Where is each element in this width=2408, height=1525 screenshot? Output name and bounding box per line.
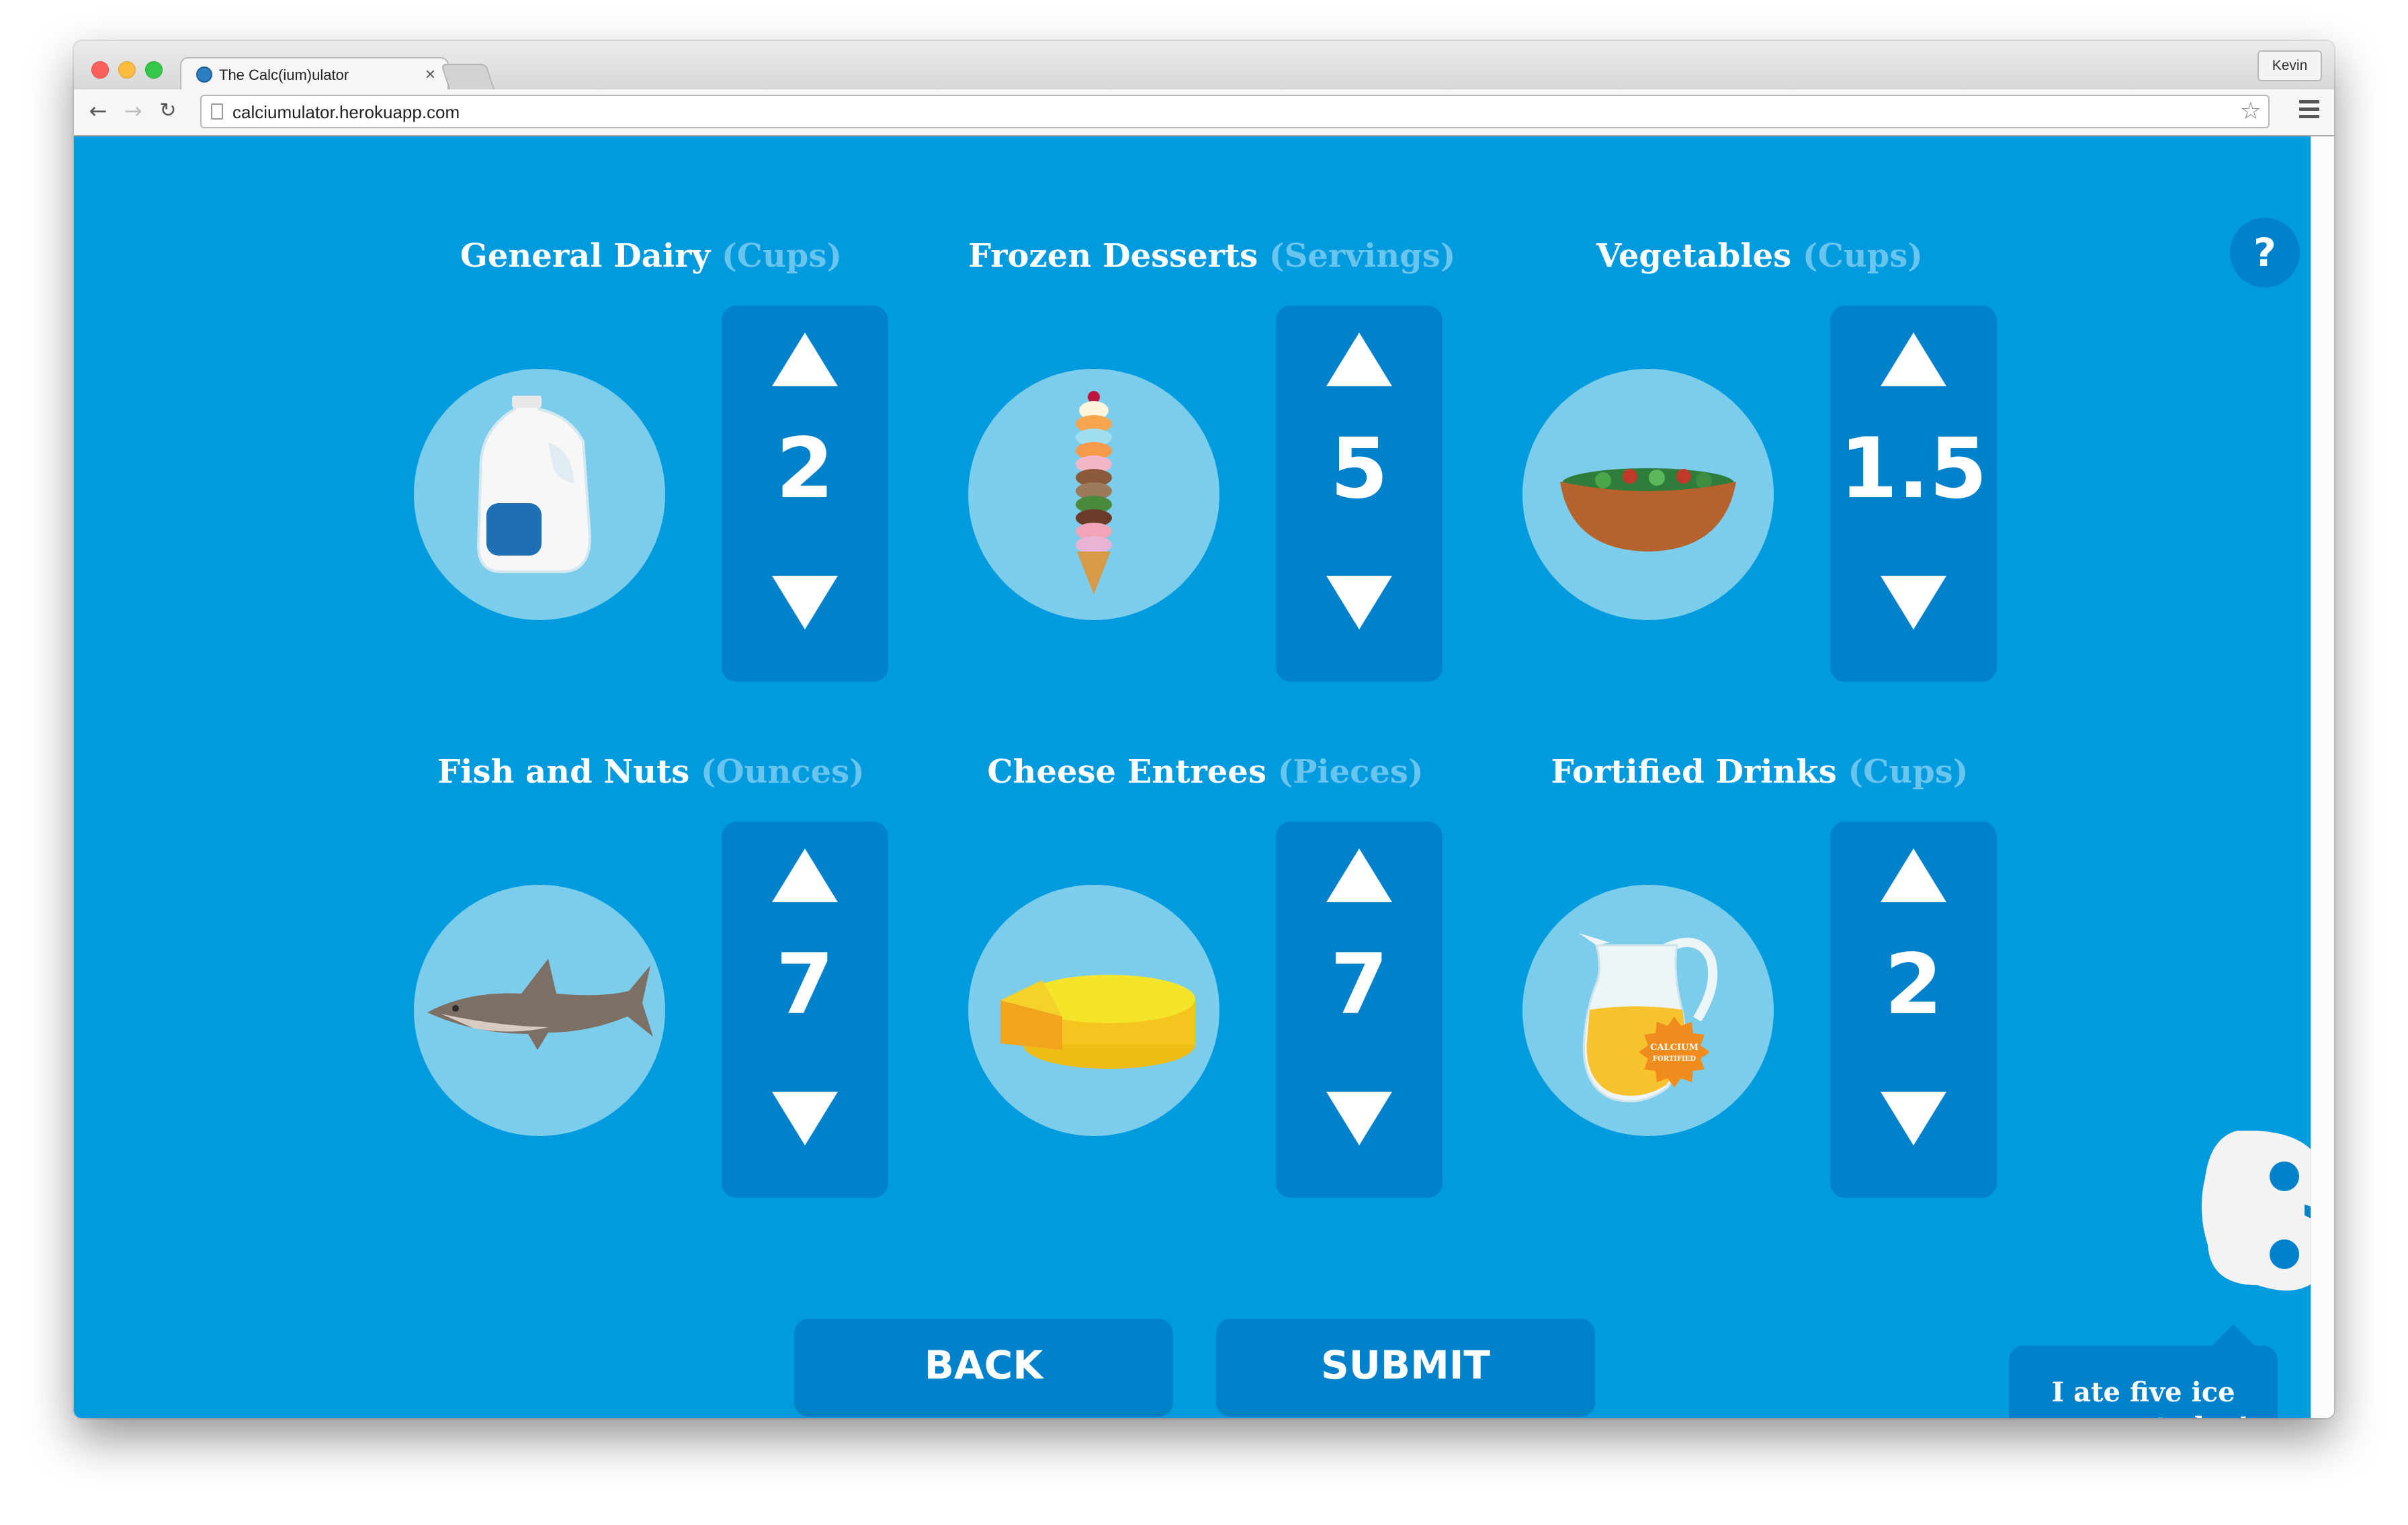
minimize-window-button[interactable] <box>118 61 136 79</box>
submit-button[interactable]: SUBMIT <box>1216 1319 1595 1411</box>
quantity-stepper[interactable]: 7 <box>1276 822 1443 1198</box>
hamburger-menu-icon[interactable] <box>2299 100 2322 119</box>
category-vegetables: Vegetables (Cups) 1.5 <box>1522 237 2073 707</box>
speech-line-2: creams today! <box>2009 1410 2278 1418</box>
quantity-stepper[interactable]: 7 <box>722 822 888 1198</box>
category-fish-and-nuts: Fish and Nuts (Ounces) 7 <box>414 753 965 1223</box>
back-arrow-icon[interactable]: ← <box>83 96 113 126</box>
browser-toolbar: ← → ↻ calciumulator.herokuapp.com ☆ <box>74 89 2334 136</box>
salad-bowl-icon <box>1522 369 1774 620</box>
browser-tab[interactable]: The Calc(ium)ulator × <box>180 57 449 91</box>
url-text[interactable]: calciumulator.herokuapp.com <box>232 102 460 123</box>
help-button[interactable]: ? <box>2230 218 2300 288</box>
category-general-dairy: General Dairy (Cups) 2 <box>414 237 965 707</box>
decrement-button[interactable] <box>772 576 838 629</box>
category-unit: (Servings) <box>1268 237 1456 275</box>
increment-button[interactable] <box>1326 333 1392 386</box>
category-unit: (Cups) <box>722 237 843 275</box>
back-button[interactable]: BACK <box>794 1319 1173 1411</box>
app-content: ? General Dairy (Cups) 2 Frozen Desserts… <box>74 136 2311 1418</box>
category-name: Vegetables <box>1596 237 1792 275</box>
category-cheese-entrees: Cheese Entrees (Pieces) 7 <box>968 753 1519 1223</box>
category-name: General Dairy <box>460 237 711 275</box>
maximize-window-button[interactable] <box>145 61 163 79</box>
browser-window: The Calc(ium)ulator × Kevin ← → ↻ calciu… <box>74 41 2334 1418</box>
increment-button[interactable] <box>772 848 838 902</box>
decrement-button[interactable] <box>1326 576 1392 629</box>
quantity-value: 1.5 <box>1840 421 1987 517</box>
skull-mascot-icon[interactable] <box>2197 1131 2311 1332</box>
page-icon <box>211 103 223 120</box>
category-title: Cheese Entrees (Pieces) <box>968 753 1443 791</box>
ice-cream-cone-icon <box>968 369 1219 620</box>
scrollbar[interactable] <box>2311 136 2334 1418</box>
category-unit: (Cups) <box>1802 237 1923 275</box>
category-unit: (Pieces) <box>1277 753 1424 791</box>
decrement-button[interactable] <box>1326 1092 1392 1145</box>
decrement-button[interactable] <box>1881 576 1946 629</box>
tab-bar: The Calc(ium)ulator × Kevin <box>74 41 2334 91</box>
star-icon[interactable]: ☆ <box>2240 98 2262 125</box>
category-frozen-desserts: Frozen Desserts (Servings) 5 <box>968 237 1519 707</box>
quantity-stepper[interactable]: 2 <box>1830 822 1997 1198</box>
speech-bubble-tail <box>2210 1324 2256 1347</box>
new-tab-button[interactable] <box>440 64 495 89</box>
category-title: Frozen Desserts (Servings) <box>968 237 1455 275</box>
tab-title: The Calc(ium)ulator <box>219 67 349 83</box>
quantity-stepper[interactable]: 1.5 <box>1830 306 1997 682</box>
quantity-value: 2 <box>1884 936 1943 1033</box>
category-title: Fortified Drinks (Cups) <box>1522 753 1997 791</box>
speech-bubble: I ate five ice creams today! <box>2009 1346 2278 1418</box>
category-unit: (Cups) <box>1848 753 1969 791</box>
category-fortified-drinks: Fortified Drinks (Cups) CALCIUM FORTIFIE… <box>1522 753 2073 1223</box>
increment-button[interactable] <box>1326 848 1392 902</box>
favicon-icon <box>196 67 212 83</box>
reload-icon[interactable]: ↻ <box>153 96 183 126</box>
cheese-wheel-icon <box>968 885 1219 1136</box>
category-unit: (Ounces) <box>701 753 865 791</box>
quantity-stepper[interactable]: 5 <box>1276 306 1443 682</box>
profile-button[interactable]: Kevin <box>2258 50 2322 81</box>
milk-jug-icon <box>414 369 665 620</box>
quantity-value: 2 <box>775 421 834 517</box>
tab-close-icon[interactable]: × <box>425 64 435 85</box>
quantity-value: 5 <box>1330 421 1389 517</box>
svg-text:FORTIFIED: FORTIFIED <box>1653 1055 1696 1063</box>
svg-text:CALCIUM: CALCIUM <box>1650 1043 1698 1053</box>
quantity-value: 7 <box>775 936 834 1033</box>
increment-button[interactable] <box>772 333 838 386</box>
shark-icon <box>414 885 665 1136</box>
category-name: Fish and Nuts <box>437 753 690 791</box>
increment-button[interactable] <box>1881 848 1946 902</box>
speech-line-1: I ate five ice <box>2051 1377 2235 1408</box>
increment-button[interactable] <box>1881 333 1946 386</box>
forward-arrow-icon[interactable]: → <box>118 96 148 126</box>
category-name: Fortified Drinks <box>1551 753 1837 791</box>
category-name: Frozen Desserts <box>968 237 1258 275</box>
orange-juice-pitcher-icon: CALCIUM FORTIFIED <box>1522 885 1774 1136</box>
address-bar[interactable]: calciumulator.herokuapp.com ☆ <box>200 95 2270 128</box>
category-title: General Dairy (Cups) <box>414 237 888 275</box>
category-title: Fish and Nuts (Ounces) <box>414 753 888 791</box>
category-name: Cheese Entrees <box>987 753 1266 791</box>
decrement-button[interactable] <box>772 1092 838 1145</box>
decrement-button[interactable] <box>1881 1092 1946 1145</box>
category-title: Vegetables (Cups) <box>1522 237 1997 275</box>
quantity-stepper[interactable]: 2 <box>722 306 888 682</box>
quantity-value: 7 <box>1330 936 1389 1033</box>
close-window-button[interactable] <box>91 61 109 79</box>
